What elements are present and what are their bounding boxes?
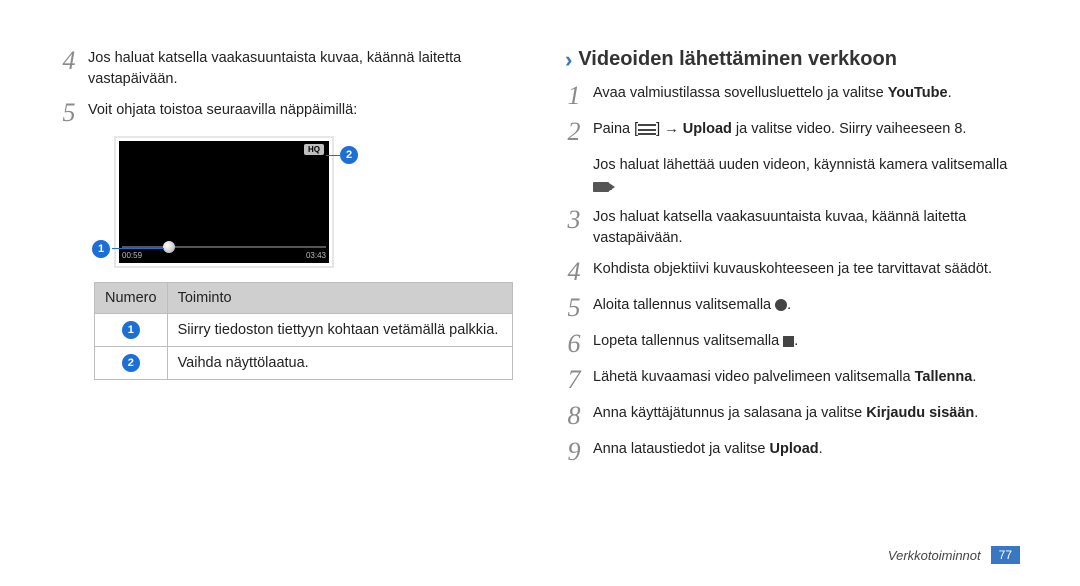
step-number: 7 [565, 367, 583, 393]
step-4: 4 Kohdista objektiivi kuvauskohteeseen j… [565, 259, 1020, 285]
step-text: Anna lataustiedot ja valitse Upload. [593, 439, 823, 460]
step-2: 2 Paina [] → Upload ja valitse video. Si… [565, 119, 1020, 145]
step-text: Lopeta tallennus valitsemalla . [593, 331, 798, 352]
step-text: Jos haluat katsella vaakasuuntaista kuva… [88, 48, 515, 90]
header-numero: Numero [95, 283, 168, 314]
step-number: 8 [565, 403, 583, 429]
table-row: 2 Vaihda näyttölaatua. [95, 347, 513, 380]
cell-badge: 2 [95, 347, 168, 380]
cell-badge: 1 [95, 314, 168, 347]
step-8: 8 Anna käyttäjätunnus ja salasana ja val… [565, 403, 1020, 429]
header-toiminto: Toiminto [167, 283, 512, 314]
step-number: 4 [565, 259, 583, 285]
step-9: 9 Anna lataustiedot ja valitse Upload. [565, 439, 1020, 465]
callout-1-badge: 1 [92, 240, 110, 258]
section-heading: › Videoiden lähettäminen verkkoon [565, 48, 1020, 71]
page-footer: Verkkotoiminnot 77 [888, 546, 1020, 564]
camera-icon [593, 182, 609, 192]
badge-2-icon: 2 [122, 354, 140, 372]
cell-func: Siirry tiedoston tiettyyn kohtaan vetämä… [167, 314, 512, 347]
table-header-row: Numero Toiminto [95, 283, 513, 314]
step-number: 6 [565, 331, 583, 357]
step-number: 3 [565, 207, 583, 233]
video-preview: HQ 00:59 03:43 1 2 [94, 136, 354, 268]
step-5: 5 Aloita tallennus valitsemalla . [565, 295, 1020, 321]
step-5-left: 5 Voit ohjata toistoa seuraavilla näppäi… [60, 100, 515, 126]
step-text: Jos haluat katsella vaakasuuntaista kuva… [593, 207, 1020, 249]
step-1: 1 Avaa valmiustilassa sovellusluettelo j… [565, 83, 1020, 109]
menu-icon [638, 124, 656, 135]
step-number: 1 [565, 83, 583, 109]
step-number: 9 [565, 439, 583, 465]
callout-line [326, 155, 340, 156]
step-3: 3 Jos haluat katsella vaakasuuntaista ku… [565, 207, 1020, 249]
time-elapsed: 00:59 [122, 251, 142, 260]
cell-func: Vaihda näyttölaatua. [167, 347, 512, 380]
table-row: 1 Siirry tiedoston tiettyyn kohtaan vetä… [95, 314, 513, 347]
step-text: Voit ohjata toistoa seuraavilla näppäimi… [88, 100, 357, 121]
step-7: 7 Lähetä kuvaamasi video palvelimeen val… [565, 367, 1020, 393]
step-number: 5 [565, 295, 583, 321]
legend-table: Numero Toiminto 1 Siirry tiedoston tiett… [94, 282, 513, 380]
step-4-left: 4 Jos haluat katsella vaakasuuntaista ku… [60, 48, 515, 90]
callout-line [112, 248, 164, 249]
record-icon [775, 299, 787, 311]
footer-section: Verkkotoiminnot [888, 548, 981, 563]
step-text: Avaa valmiustilassa sovellusluettelo ja … [593, 83, 952, 104]
hq-badge: HQ [304, 144, 324, 155]
step-2-sub: Jos haluat lähettää uuden videon, käynni… [593, 155, 1020, 197]
step-number: 4 [60, 48, 78, 74]
callout-2-badge: 2 [340, 146, 358, 164]
step-number: 2 [565, 119, 583, 145]
badge-1-icon: 1 [122, 321, 140, 339]
chevron-right-icon: › [565, 49, 572, 71]
step-text: Paina [] → Upload ja valitse video. Siir… [593, 119, 966, 140]
section-title-text: Videoiden lähettäminen verkkoon [578, 48, 897, 71]
time-total: 03:43 [306, 251, 326, 260]
stop-icon [783, 336, 794, 347]
step-6: 6 Lopeta tallennus valitsemalla . [565, 331, 1020, 357]
step-text: Aloita tallennus valitsemalla . [593, 295, 791, 316]
step-text: Lähetä kuvaamasi video palvelimeen valit… [593, 367, 976, 388]
page-number: 77 [991, 546, 1020, 564]
step-text: Kohdista objektiivi kuvauskohteeseen ja … [593, 259, 992, 280]
step-text: Anna käyttäjätunnus ja salasana ja valit… [593, 403, 978, 424]
step-number: 5 [60, 100, 78, 126]
